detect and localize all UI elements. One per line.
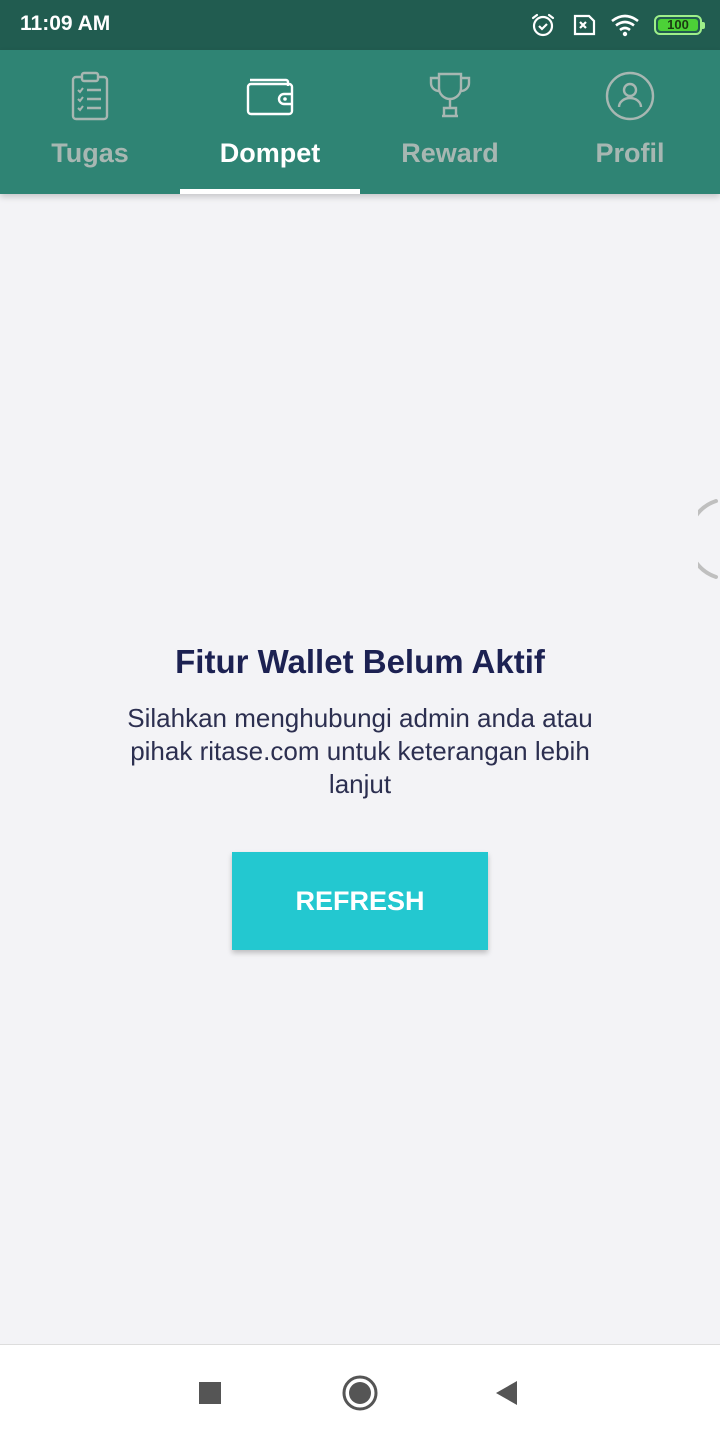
edge-swipe-handle[interactable] (698, 498, 720, 580)
home-button[interactable] (340, 1375, 380, 1411)
tab-dompet[interactable]: Dompet (180, 50, 360, 194)
recents-icon (199, 1382, 221, 1404)
tab-profil[interactable]: Profil (540, 50, 720, 194)
tab-label: Reward (401, 138, 499, 168)
status-bar: 11:09 AM 100 (0, 0, 720, 50)
status-time: 11:09 AM (20, 12, 111, 35)
person-circle-icon (605, 71, 655, 121)
navigation-bar (0, 1344, 720, 1440)
status-icons: 100 (530, 10, 705, 40)
battery-icon: 100 (654, 15, 705, 35)
tab-reward[interactable]: Reward (360, 50, 540, 194)
tab-label: Dompet (219, 138, 321, 168)
clipboard-checklist-icon (71, 71, 109, 121)
alarm-icon (531, 13, 555, 37)
empty-state-message: Silahkan menghubungi admin anda atau pih… (127, 703, 593, 799)
tab-tugas[interactable]: Tugas (0, 50, 180, 194)
home-icon (342, 1375, 378, 1411)
tab-label: Profil (595, 138, 665, 168)
active-tab-indicator (180, 189, 360, 194)
sim-off-icon (573, 14, 596, 36)
refresh-button[interactable]: REFRESH (232, 852, 488, 950)
back-button[interactable] (486, 1375, 526, 1411)
tab-bar: Tugas Dompet Reward Profil (0, 50, 720, 194)
wallet-icon (246, 78, 294, 116)
trophy-icon (429, 72, 471, 118)
tab-label: Tugas (51, 138, 129, 168)
battery-level: 100 (667, 17, 689, 32)
recents-button[interactable] (190, 1375, 230, 1411)
empty-state-title: Fitur Wallet Belum Aktif (175, 643, 545, 680)
wifi-icon (611, 14, 639, 37)
empty-state: Fitur Wallet Belum Aktif Silahkan menghu… (0, 640, 720, 801)
back-icon (496, 1381, 517, 1405)
